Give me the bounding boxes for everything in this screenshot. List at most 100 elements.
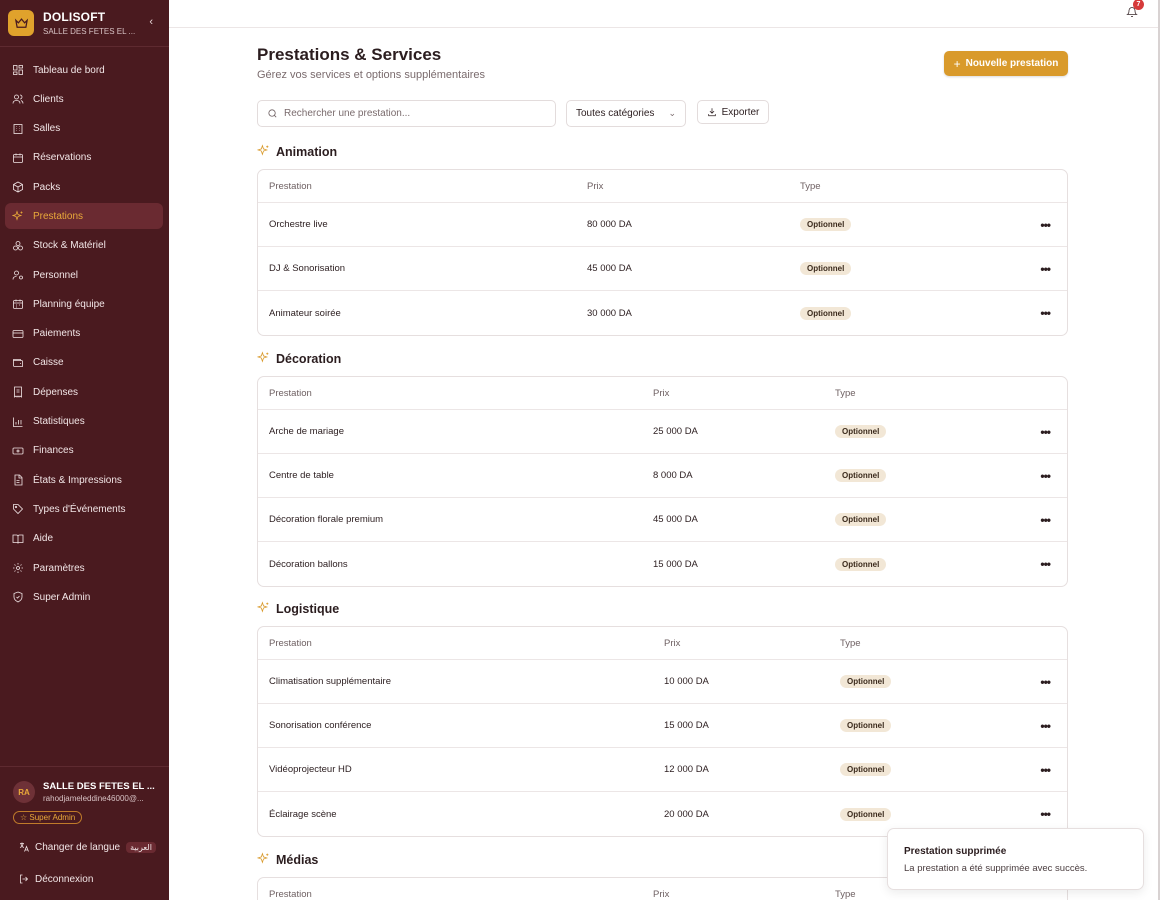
page-title: Prestations & Services — [257, 45, 442, 64]
prestation-name: Sonorisation conférence — [269, 720, 372, 731]
role-badge: ☆ Super Admin — [13, 811, 83, 824]
user-profile[interactable]: RA SALLE DES FETES EL ... rahodjameleddi… — [0, 767, 169, 803]
table-row: Climatisation supplémentaire 10 000 DA O… — [258, 660, 1067, 704]
sidebar-item-stock-materiel[interactable]: Stock & Matériel — [5, 233, 163, 259]
prestation-price: 80 000 DA — [587, 219, 632, 230]
chevron-left-icon[interactable]: ‹ — [149, 16, 153, 28]
avatar: RA — [13, 781, 35, 803]
type-badge: Optionnel — [835, 513, 887, 526]
change-language-label: Changer de langue — [35, 841, 121, 853]
column-header-prix: Prix — [664, 637, 681, 649]
table-row: DJ & Sonorisation 45 000 DA Optionnel ••… — [258, 247, 1067, 291]
table-row: Décoration florale premium 45 000 DA Opt… — [258, 498, 1067, 542]
sidebar-item-super-admin[interactable]: Super Admin — [5, 584, 163, 610]
more-options-icon[interactable]: ••• — [1040, 719, 1051, 733]
more-options-icon[interactable]: ••• — [1040, 218, 1051, 232]
prestation-price: 45 000 DA — [653, 514, 698, 525]
more-options-icon[interactable]: ••• — [1040, 557, 1051, 571]
prestations-table: Prestation Prix Type Arche de mariage 25… — [257, 376, 1068, 587]
type-badge: Optionnel — [800, 218, 852, 231]
calendar-days-icon — [11, 298, 24, 311]
sidebar-item-label: Réservations — [33, 152, 92, 164]
sidebar-item-parametres[interactable]: Paramètres — [5, 555, 163, 581]
sidebar-item-reservations[interactable]: Réservations — [5, 145, 163, 171]
table-row: Sonorisation conférence 15 000 DA Option… — [258, 704, 1067, 748]
sidebar-item-types-evenements[interactable]: Types d'Événements — [5, 496, 163, 522]
logout-icon — [17, 873, 30, 886]
category-select[interactable]: Toutes catégories ⌄ — [566, 100, 686, 127]
user-email: rahodjameleddine46000@... — [43, 794, 144, 803]
new-prestation-label: Nouvelle prestation — [965, 58, 1059, 69]
type-badge: Optionnel — [835, 557, 887, 571]
user-name: SALLE DES FETES EL ... — [43, 781, 155, 792]
change-language-button[interactable]: Changer de langue العربية — [0, 837, 169, 857]
bell-icon[interactable]: 7 — [1126, 0, 1144, 18]
prestation-name: DJ & Sonorisation — [269, 263, 346, 274]
sidebar-footer: RA SALLE DES FETES EL ... rahodjameleddi… — [0, 766, 169, 900]
type-badge: Optionnel — [800, 262, 852, 275]
file-text-icon — [11, 474, 24, 487]
prestation-name: Éclairage scène — [269, 808, 337, 820]
sidebar-item-label: Dépenses — [33, 386, 79, 398]
sparkles-icon — [256, 601, 270, 617]
more-options-icon[interactable]: ••• — [1040, 675, 1051, 689]
sidebar-item-salles[interactable]: Salles — [5, 116, 163, 142]
sidebar-item-label: Prestations — [33, 210, 84, 222]
sidebar-item-prestations[interactable]: Prestations — [5, 203, 163, 230]
sidebar-item-tableau-de-bord[interactable]: Tableau de bord — [5, 57, 163, 83]
more-options-icon[interactable]: ••• — [1040, 262, 1051, 276]
sidebar-item-paiements[interactable]: Paiements — [5, 321, 163, 347]
type-badge: Optionnel — [840, 719, 892, 732]
sparkles-icon — [256, 852, 270, 868]
logout-button[interactable]: Déconnexion — [0, 869, 169, 889]
column-header-prix: Prix — [587, 180, 604, 192]
dashboard-icon — [11, 64, 24, 77]
prestation-price: 30 000 DA — [587, 307, 632, 319]
table-header: Prestation Prix Type — [258, 170, 1067, 203]
sidebar-item-statistiques[interactable]: Statistiques — [5, 409, 163, 435]
sidebar-item-aide[interactable]: Aide — [5, 526, 163, 552]
prestation-price: 45 000 DA — [587, 263, 632, 274]
sidebar-item-depenses[interactable]: Dépenses — [5, 379, 163, 405]
settings-icon — [11, 562, 24, 575]
more-options-icon[interactable]: ••• — [1040, 807, 1051, 821]
more-options-icon[interactable]: ••• — [1040, 425, 1051, 439]
prestation-price: 15 000 DA — [653, 558, 698, 570]
prestation-name: Centre de table — [269, 470, 334, 481]
prestation-price: 25 000 DA — [653, 426, 698, 437]
sidebar-item-planning-equipe[interactable]: Planning équipe — [5, 291, 163, 317]
section-logistique: Logistique Prestation Prix Type Climatis… — [256, 601, 1068, 837]
sidebar-item-personnel[interactable]: Personnel — [5, 262, 163, 288]
sidebar-item-etats-impressions[interactable]: États & Impressions — [5, 467, 163, 493]
sidebar-item-caisse[interactable]: Caisse — [5, 350, 163, 376]
more-options-icon[interactable]: ••• — [1040, 306, 1051, 320]
new-prestation-button[interactable]: + Nouvelle prestation — [944, 51, 1068, 76]
export-button[interactable]: Exporter — [697, 100, 769, 124]
more-options-icon[interactable]: ••• — [1040, 469, 1051, 483]
table-header: Prestation Prix Type — [258, 377, 1067, 410]
section-animation: Animation Prestation Prix Type Orchestre… — [256, 144, 1068, 336]
wallet-icon — [11, 356, 24, 369]
column-header-prestation: Prestation — [269, 637, 312, 649]
sidebar-nav: Tableau de bord Clients Salles Réservati… — [0, 47, 169, 610]
prestation-name: Orchestre live — [269, 219, 328, 230]
chevron-down-icon: ⌄ — [668, 108, 676, 118]
sidebar-item-packs[interactable]: Packs — [5, 174, 163, 200]
notification-count-badge: 7 — [1133, 0, 1144, 10]
more-options-icon[interactable]: ••• — [1040, 513, 1051, 527]
brand-subtitle: SALLE DES FETES EL ... — [43, 27, 136, 36]
sidebar-item-finances[interactable]: Finances — [5, 438, 163, 464]
more-options-icon[interactable]: ••• — [1040, 763, 1051, 777]
toolbar: Toutes catégories ⌄ Exporter — [257, 100, 1068, 127]
banknote-icon — [11, 444, 24, 457]
prestation-price: 15 000 DA — [664, 720, 709, 731]
prestation-name: Décoration ballons — [269, 558, 348, 570]
search-input[interactable] — [284, 108, 544, 119]
prestations-table: Prestation Prix Type Climatisation suppl… — [257, 626, 1068, 837]
sidebar-item-clients[interactable]: Clients — [5, 86, 163, 112]
shield-icon — [11, 591, 24, 604]
column-header-type: Type — [840, 637, 861, 649]
building-icon — [11, 122, 24, 135]
column-header-prix: Prix — [653, 888, 670, 900]
prestation-price: 8 000 DA — [653, 470, 693, 481]
